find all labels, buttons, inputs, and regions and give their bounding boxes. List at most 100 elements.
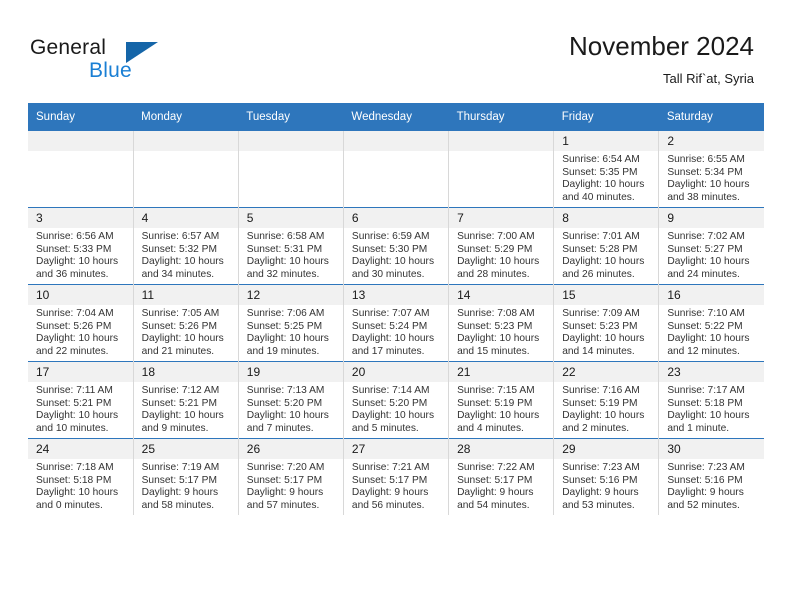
calendar-table: Sunday Monday Tuesday Wednesday Thursday… (28, 103, 764, 515)
daylight-text: Daylight: 9 hours and 57 minutes. (246, 487, 324, 511)
calendar-day-cell[interactable]: 4 Sunrise: 6:57 AM Sunset: 5:32 PM Daylight… (132, 207, 239, 285)
weekday-header-thursday: Thursday (448, 103, 554, 131)
daylight-text: Daylight: 10 hours and 10 minutes. (36, 410, 119, 434)
sunset-text: Sunset: 5:20 PM (351, 397, 428, 409)
day-sun-info: Sunrise: 6:57 AM Sunset: 5:32 PM Daylight:… (134, 228, 238, 281)
day-number (449, 131, 554, 151)
calendar-day-cell[interactable]: 10 Sunrise: 7:04 AM Sunset: 5:26 PM Dayligh… (28, 284, 134, 362)
day-number: 16 (659, 285, 764, 305)
calendar-day-cell[interactable]: 9 Sunrise: 7:02 AM Sunset: 5:27 PM Daylight… (658, 207, 764, 285)
day-sun-info: Sunrise: 7:15 AM Sunset: 5:19 PM Daylight:… (449, 382, 553, 435)
day-number: 6 (343, 208, 449, 228)
calendar-day-cell[interactable]: 21 Sunrise: 7:15 AM Sunset: 5:19 PM Dayligh… (448, 361, 555, 439)
sunrise-text: Sunrise: 6:56 AM (36, 231, 114, 242)
day-sun-info: Sunrise: 6:56 AM Sunset: 5:33 PM Daylight:… (28, 228, 133, 281)
calendar-day-cell-empty (448, 131, 555, 208)
day-number: 4 (133, 208, 238, 228)
sunrise-text: Sunrise: 7:14 AM (351, 385, 430, 396)
weekday-header-sunday: Sunday (28, 103, 134, 131)
calendar-day-cell[interactable]: 16 Sunrise: 7:10 AM Sunset: 5:22 PM Dayligh… (658, 284, 764, 362)
sunrise-text: Sunrise: 7:01 AM (562, 231, 640, 242)
day-sun-info: Sunrise: 7:19 AM Sunset: 5:17 PM Daylight:… (134, 459, 238, 512)
sunrise-text: Sunrise: 7:06 AM (246, 308, 325, 319)
calendar-day-cell[interactable]: 19 Sunrise: 7:13 AM Sunset: 5:20 PM Dayligh… (237, 361, 344, 439)
day-number: 7 (449, 208, 554, 228)
sunset-text: Sunset: 5:26 PM (141, 320, 217, 332)
calendar-day-cell[interactable]: 7 Sunrise: 7:00 AM Sunset: 5:29 PM Daylight… (448, 207, 555, 285)
day-sun-info: Sunrise: 7:00 AM Sunset: 5:29 PM Daylight:… (449, 228, 553, 281)
daylight-text: Daylight: 10 hours and 36 minutes. (36, 256, 119, 280)
day-sun-info: Sunrise: 7:11 AM Sunset: 5:21 PM Daylight:… (28, 382, 133, 435)
calendar-day-cell[interactable]: 3 Sunrise: 6:56 AM Sunset: 5:33 PM Daylight… (28, 207, 134, 285)
calendar-day-cell[interactable]: 25 Sunrise: 7:19 AM Sunset: 5:17 PM Dayligh… (132, 438, 239, 515)
calendar-day-cell[interactable]: 24 Sunrise: 7:18 AM Sunset: 5:18 PM Dayligh… (28, 438, 134, 515)
calendar-day-cell[interactable]: 22 Sunrise: 7:16 AM Sunset: 5:19 PM Dayligh… (553, 361, 660, 439)
logo-text-general: General (30, 36, 107, 59)
day-sun-info: Sunrise: 7:12 AM Sunset: 5:21 PM Daylight:… (134, 382, 238, 435)
daylight-text: Daylight: 10 hours and 12 minutes. (667, 333, 750, 357)
sunrise-text: Sunrise: 7:17 AM (667, 385, 745, 396)
page-header: General Blue November 2024 Tall Rif`at, … (0, 0, 792, 100)
day-number (28, 131, 133, 151)
calendar-week-row: 24 Sunrise: 7:18 AM Sunset: 5:18 PM Dayligh… (28, 438, 764, 515)
day-sun-info: Sunrise: 7:23 AM Sunset: 5:16 PM Daylight:… (554, 459, 658, 512)
sunrise-text: Sunrise: 7:23 AM (562, 462, 640, 473)
day-number: 11 (133, 285, 238, 305)
calendar-day-cell[interactable]: 5 Sunrise: 6:58 AM Sunset: 5:31 PM Daylight… (237, 207, 344, 285)
calendar-week-row: 1 Sunrise: 6:54 AM Sunset: 5:35 PM Daylight… (28, 131, 764, 208)
daylight-text: Daylight: 10 hours and 40 minutes. (562, 179, 645, 203)
calendar-day-cell[interactable]: 12 Sunrise: 7:06 AM Sunset: 5:25 PM Dayligh… (237, 284, 344, 362)
sunset-text: Sunset: 5:16 PM (667, 474, 743, 486)
day-number: 25 (133, 439, 238, 459)
daylight-text: Daylight: 10 hours and 22 minutes. (36, 333, 119, 357)
weekday-header-wednesday: Wednesday (343, 103, 449, 131)
day-number: 18 (133, 362, 238, 382)
calendar-day-cell[interactable]: 27 Sunrise: 7:21 AM Sunset: 5:17 PM Dayligh… (342, 438, 450, 515)
sunset-text: Sunset: 5:17 PM (246, 474, 323, 486)
daylight-text: Daylight: 9 hours and 58 minutes. (141, 487, 219, 511)
sunset-text: Sunset: 5:33 PM (36, 243, 112, 255)
daylight-text: Daylight: 10 hours and 19 minutes. (246, 333, 329, 357)
daylight-text: Daylight: 9 hours and 56 minutes. (351, 487, 429, 511)
calendar-day-cell[interactable]: 2 Sunrise: 6:55 AM Sunset: 5:34 PM Daylight… (658, 131, 764, 208)
calendar-day-cell[interactable]: 15 Sunrise: 7:09 AM Sunset: 5:23 PM Dayligh… (553, 284, 660, 362)
calendar-day-cell[interactable]: 28 Sunrise: 7:22 AM Sunset: 5:17 PM Dayligh… (448, 438, 555, 515)
calendar-day-cell[interactable]: 14 Sunrise: 7:08 AM Sunset: 5:23 PM Dayligh… (448, 284, 555, 362)
daylight-text: Daylight: 10 hours and 5 minutes. (351, 410, 435, 434)
calendar-day-cell[interactable]: 11 Sunrise: 7:05 AM Sunset: 5:26 PM Dayligh… (132, 284, 239, 362)
calendar-day-cell[interactable]: 20 Sunrise: 7:14 AM Sunset: 5:20 PM Dayligh… (342, 361, 450, 439)
logo-text-blue: Blue (89, 59, 132, 82)
day-sun-info: Sunrise: 7:20 AM Sunset: 5:17 PM Daylight:… (239, 459, 343, 512)
calendar-day-cell-empty (28, 131, 134, 208)
brand-logo[interactable]: General Blue (30, 36, 210, 88)
sunrise-text: Sunrise: 7:19 AM (141, 462, 220, 473)
calendar-day-cell-empty (342, 131, 450, 208)
calendar-day-cell[interactable]: 13 Sunrise: 7:07 AM Sunset: 5:24 PM Dayligh… (342, 284, 450, 362)
day-sun-info: Sunrise: 7:04 AM Sunset: 5:26 PM Daylight:… (28, 305, 133, 358)
calendar-day-cell[interactable]: 6 Sunrise: 6:59 AM Sunset: 5:30 PM Daylight… (342, 207, 450, 285)
sunrise-text: Sunrise: 7:22 AM (457, 462, 535, 473)
calendar-day-cell-empty (132, 131, 239, 208)
calendar-day-cell-empty (237, 131, 344, 208)
calendar-day-cell[interactable]: 1 Sunrise: 6:54 AM Sunset: 5:35 PM Daylight… (553, 131, 660, 208)
day-sun-info: Sunrise: 7:02 AM Sunset: 5:27 PM Daylight:… (659, 228, 764, 281)
calendar-day-cell[interactable]: 26 Sunrise: 7:20 AM Sunset: 5:17 PM Dayligh… (237, 438, 344, 515)
calendar-header-row: Sunday Monday Tuesday Wednesday Thursday… (28, 103, 764, 131)
sunrise-text: Sunrise: 7:15 AM (457, 385, 535, 396)
calendar-day-cell[interactable]: 8 Sunrise: 7:01 AM Sunset: 5:28 PM Daylight… (553, 207, 660, 285)
calendar-day-cell[interactable]: 30 Sunrise: 7:23 AM Sunset: 5:16 PM Dayligh… (658, 438, 764, 515)
sunset-text: Sunset: 5:32 PM (141, 243, 217, 255)
sunrise-text: Sunrise: 7:04 AM (36, 308, 114, 319)
calendar-day-cell[interactable]: 18 Sunrise: 7:12 AM Sunset: 5:21 PM Dayligh… (132, 361, 239, 439)
day-sun-info: Sunrise: 7:17 AM Sunset: 5:18 PM Daylight:… (659, 382, 764, 435)
day-sun-info: Sunrise: 7:22 AM Sunset: 5:17 PM Daylight:… (449, 459, 553, 512)
calendar-day-cell[interactable]: 29 Sunrise: 7:23 AM Sunset: 5:16 PM Dayligh… (553, 438, 660, 515)
day-number: 24 (28, 439, 133, 459)
day-sun-info: Sunrise: 7:16 AM Sunset: 5:19 PM Daylight:… (554, 382, 658, 435)
calendar-day-cell[interactable]: 17 Sunrise: 7:11 AM Sunset: 5:21 PM Dayligh… (28, 361, 134, 439)
sunrise-text: Sunrise: 7:18 AM (36, 462, 114, 473)
calendar-day-cell[interactable]: 23 Sunrise: 7:17 AM Sunset: 5:18 PM Dayligh… (658, 361, 764, 439)
daylight-text: Daylight: 10 hours and 9 minutes. (141, 410, 224, 434)
day-number: 17 (28, 362, 133, 382)
day-number: 3 (28, 208, 133, 228)
